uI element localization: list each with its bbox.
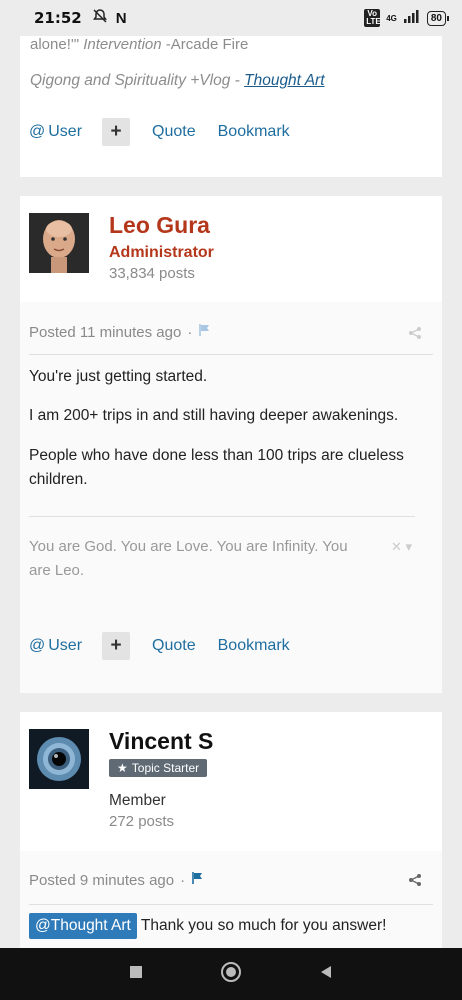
avatar[interactable] bbox=[29, 213, 89, 273]
avatar[interactable] bbox=[29, 729, 89, 789]
system-nav-bar bbox=[0, 948, 462, 1000]
mention-user-button[interactable]: @ User bbox=[29, 637, 82, 655]
battery-level: 80 bbox=[430, 12, 442, 24]
n-app-icon: N bbox=[115, 9, 127, 27]
author-name[interactable]: Leo Gura bbox=[109, 212, 210, 239]
signal-icon bbox=[403, 9, 421, 28]
report-flag-icon[interactable] bbox=[198, 323, 212, 341]
bookmark-button[interactable]: Bookmark bbox=[218, 637, 290, 655]
quote-tail: alone!'" Intervention -Arcade Fire bbox=[30, 36, 249, 53]
add-reaction-button[interactable]: + bbox=[102, 118, 131, 146]
post-card-vincent: Vincent S ★ Topic Starter Member 272 post… bbox=[20, 712, 442, 948]
divider bbox=[29, 904, 433, 905]
post-paragraph: I am 200+ trips in and still having deep… bbox=[29, 407, 399, 424]
post-actions: @ User + Quote Bookmark bbox=[29, 118, 290, 146]
signature: Qigong and Spirituality +Vlog - Thought … bbox=[30, 72, 325, 89]
mention-tag[interactable]: @Thought Art bbox=[29, 913, 137, 939]
post-paragraph: People who have done less than 100 trips… bbox=[29, 447, 404, 488]
add-reaction-button[interactable]: + bbox=[102, 632, 131, 660]
author-role: Administrator bbox=[109, 244, 214, 261]
post-paragraph: You're just getting started. bbox=[29, 368, 208, 385]
battery-icon: 80 bbox=[426, 10, 450, 26]
mention-user-button[interactable]: @ User bbox=[29, 123, 82, 141]
status-time: 21:52 bbox=[34, 9, 82, 27]
author-post-count: 33,834 posts bbox=[109, 265, 195, 282]
alarm-off-icon bbox=[92, 8, 108, 29]
quote-button[interactable]: Quote bbox=[152, 637, 196, 655]
home-button[interactable] bbox=[220, 961, 242, 988]
signature-link[interactable]: Thought Art bbox=[244, 72, 324, 89]
post-paragraph: @Thought Art Thank you so much for you a… bbox=[29, 913, 421, 939]
share-icon[interactable] bbox=[408, 326, 422, 345]
posted-time: Posted 9 minutes ago bbox=[29, 871, 175, 889]
star-icon: ★ bbox=[117, 761, 128, 775]
status-bar: 21:52 N Vo LTE 4G 80 bbox=[0, 0, 462, 36]
share-icon[interactable] bbox=[408, 873, 422, 892]
post-meta: Posted 11 minutes ago · bbox=[29, 323, 212, 341]
post-body: Posted 11 minutes ago · You're just gett… bbox=[20, 302, 442, 693]
signature: You are God. You are Love. You are Infin… bbox=[29, 538, 348, 579]
post-body: Posted 9 minutes ago · @Thought Art Than… bbox=[20, 851, 442, 948]
post-meta: Posted 9 minutes ago · bbox=[29, 871, 205, 889]
quote-button[interactable]: Quote bbox=[152, 123, 196, 141]
at-icon: @ bbox=[29, 123, 46, 140]
recents-button[interactable] bbox=[128, 964, 144, 985]
network-type: 4G bbox=[386, 13, 397, 23]
back-button[interactable] bbox=[318, 964, 334, 985]
at-icon: @ bbox=[29, 637, 46, 654]
posted-time: Posted 11 minutes ago bbox=[29, 323, 182, 341]
post-card-previous: alone!'" Intervention -Arcade Fire Qigon… bbox=[20, 36, 442, 177]
member-title: Member bbox=[109, 792, 166, 809]
signature-collapse-icon[interactable]: ✕ ▾ bbox=[391, 539, 412, 555]
post-actions: @ User + Quote Bookmark bbox=[29, 632, 290, 660]
post-card-leo: Leo Gura Administrator 33,834 posts Post… bbox=[20, 196, 442, 693]
bookmark-button[interactable]: Bookmark bbox=[218, 123, 290, 141]
signature-divider bbox=[29, 516, 415, 517]
volte-icon: Vo LTE bbox=[364, 9, 381, 27]
topic-starter-badge: ★ Topic Starter bbox=[109, 759, 208, 777]
report-flag-icon[interactable] bbox=[191, 871, 205, 889]
divider bbox=[29, 354, 433, 355]
author-post-count: 272 posts bbox=[109, 813, 175, 830]
author-name[interactable]: Vincent S bbox=[109, 728, 213, 755]
